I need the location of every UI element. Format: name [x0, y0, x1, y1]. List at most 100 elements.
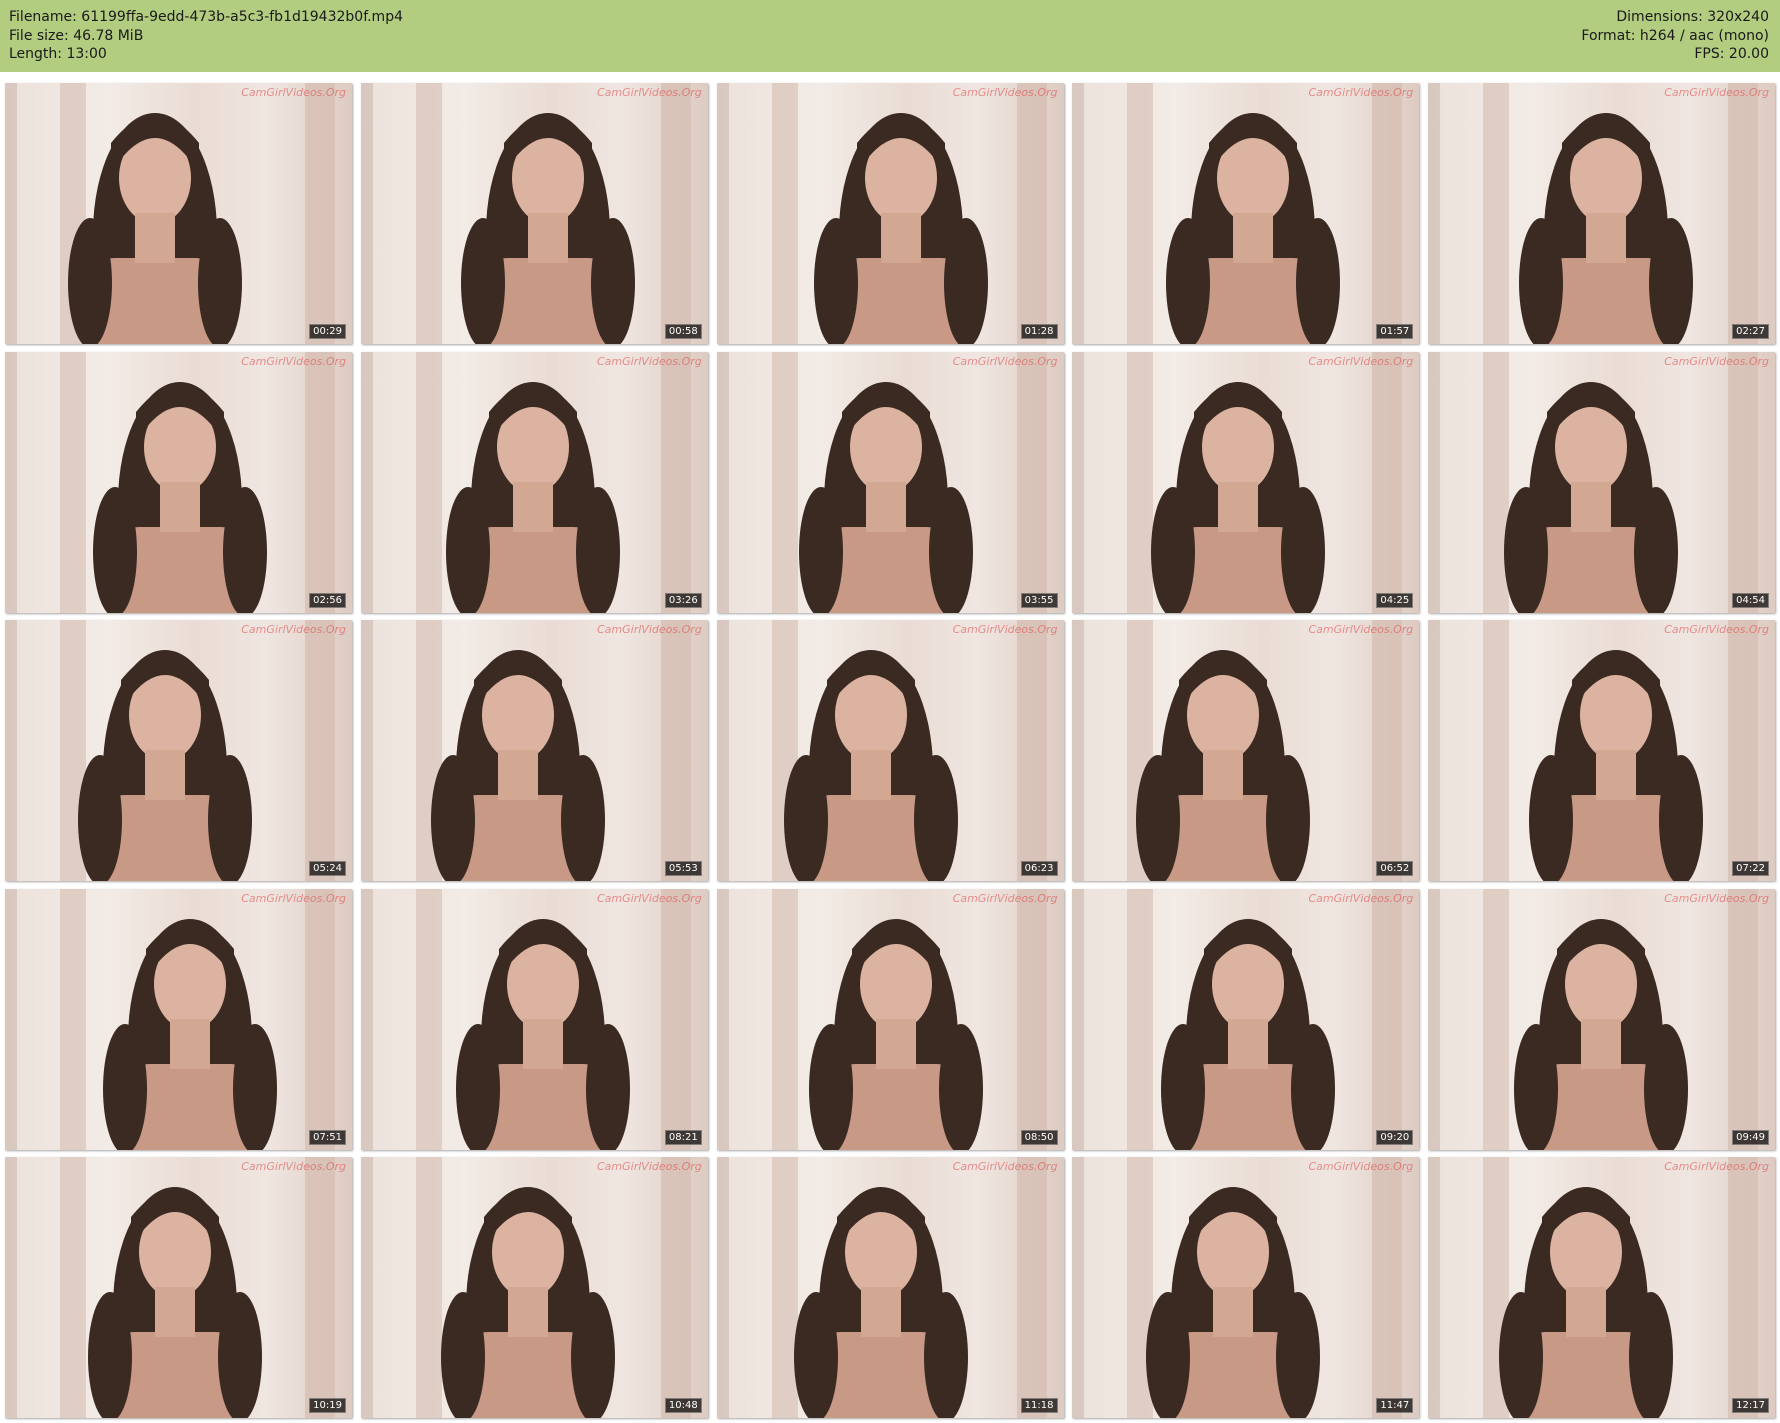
frame-image [1072, 83, 1403, 344]
watermark-logo: CamGirlVideos.Org [1664, 354, 1769, 368]
timestamp-label: 12:17 [1732, 1398, 1769, 1413]
frame-image [716, 620, 1047, 881]
info-header: Filename: 61199ffa-9edd-473b-a5c3-fb1d19… [0, 0, 1780, 72]
timestamp-label: 09:49 [1732, 1129, 1769, 1145]
video-thumbnail: CamGirlVideos.Org 03:26 [360, 351, 708, 613]
video-thumbnail: CamGirlVideos.Org 05:53 [360, 620, 708, 881]
video-thumbnail: CamGirlVideos.Org 02:27 [1428, 83, 1775, 344]
timestamp-label: 11:18 [1020, 1398, 1058, 1413]
video-thumbnail: CamGirlVideos.Org 06:52 [1072, 620, 1420, 881]
frame-image [1072, 888, 1403, 1150]
watermark-logo: CamGirlVideos.Org [952, 1160, 1058, 1173]
watermark-logo: CamGirlVideos.Org [952, 354, 1058, 368]
frame-image [716, 888, 1047, 1150]
frame-image [360, 351, 691, 613]
watermark-logo: CamGirlVideos.Org [1664, 623, 1769, 636]
timestamp-label: 04:25 [1376, 592, 1414, 608]
frame-image [360, 83, 691, 344]
video-thumbnail: CamGirlVideos.Org 12:17 [1428, 1157, 1775, 1418]
timestamp-label: 10:48 [664, 1398, 702, 1413]
video-thumbnail: CamGirlVideos.Org 07:22 [1428, 620, 1775, 881]
watermark-logo: CamGirlVideos.Org [1664, 891, 1769, 905]
frame-image [1072, 351, 1403, 613]
format-label: Format: h264 / aac (mono) [1581, 27, 1769, 44]
timestamp-label: 03:26 [664, 592, 702, 608]
watermark-logo: CamGirlVideos.Org [1308, 86, 1414, 99]
frame-image [5, 888, 335, 1150]
frame-image [1428, 351, 1758, 613]
timestamp-label: 01:57 [1376, 324, 1414, 339]
video-thumbnail: CamGirlVideos.Org 06:23 [716, 620, 1064, 881]
timestamp-label: 11:47 [1376, 1398, 1414, 1413]
watermark-logo: CamGirlVideos.Org [597, 354, 702, 368]
watermark-logo: CamGirlVideos.Org [952, 86, 1058, 99]
video-thumbnail: CamGirlVideos.Org 07:51 [5, 888, 352, 1150]
timestamp-label: 00:58 [664, 324, 702, 339]
video-thumbnail: CamGirlVideos.Org 08:21 [360, 888, 708, 1150]
dimensions-label: Dimensions: 320x240 [1616, 9, 1769, 25]
timestamp-label: 06:23 [1020, 861, 1058, 876]
watermark-logo: CamGirlVideos.Org [952, 891, 1058, 905]
video-thumbnail: CamGirlVideos.Org 02:56 [5, 351, 352, 613]
video-thumbnail: CamGirlVideos.Org 10:48 [360, 1157, 708, 1418]
video-thumbnail: CamGirlVideos.Org 00:29 [5, 83, 352, 344]
watermark-logo: CamGirlVideos.Org [241, 623, 346, 636]
frame-image [1428, 620, 1758, 881]
watermark-logo: CamGirlVideos.Org [1308, 623, 1414, 636]
video-thumbnail: CamGirlVideos.Org 01:28 [716, 83, 1064, 344]
frame-image [1072, 1157, 1403, 1418]
watermark-logo: CamGirlVideos.Org [241, 891, 346, 905]
timestamp-label: 08:21 [664, 1129, 702, 1145]
video-thumbnail: CamGirlVideos.Org 09:49 [1428, 888, 1775, 1150]
frame-image [360, 888, 691, 1150]
frame-image [5, 351, 335, 613]
frame-image [5, 1157, 335, 1418]
watermark-logo: CamGirlVideos.Org [1308, 354, 1414, 368]
watermark-logo: CamGirlVideos.Org [597, 1160, 702, 1173]
frame-image [360, 1157, 691, 1418]
timestamp-label: 08:50 [1020, 1129, 1058, 1145]
frame-image [1428, 83, 1758, 344]
watermark-logo: CamGirlVideos.Org [241, 354, 346, 368]
timestamp-label: 05:24 [309, 861, 346, 876]
filename-label: Filename: 61199ffa-9edd-473b-a5c3-fb1d19… [9, 9, 403, 25]
watermark-logo: CamGirlVideos.Org [1664, 86, 1769, 99]
frame-image [716, 1157, 1047, 1418]
watermark-logo: CamGirlVideos.Org [597, 86, 702, 99]
watermark-logo: CamGirlVideos.Org [241, 1160, 346, 1173]
fps-label: FPS: 20.00 [1694, 46, 1769, 62]
timestamp-label: 04:54 [1732, 592, 1769, 608]
video-thumbnail: CamGirlVideos.Org 00:58 [360, 83, 708, 344]
watermark-logo: CamGirlVideos.Org [1664, 1160, 1769, 1173]
thumbnail-grid: CamGirlVideos.Org 00:29 CamGirlVideos.Org 0… [5, 83, 1775, 1418]
frame-image [5, 83, 335, 344]
file-info-left: Filename: 61199ffa-9edd-473b-a5c3-fb1d19… [9, 8, 403, 64]
timestamp-label: 10:19 [309, 1398, 346, 1413]
length-label: Length: 13:00 [9, 46, 107, 62]
video-thumbnail: CamGirlVideos.Org 10:19 [5, 1157, 352, 1418]
timestamp-label: 07:22 [1732, 861, 1769, 876]
video-thumbnail: CamGirlVideos.Org 04:25 [1072, 351, 1420, 613]
frame-image [360, 620, 691, 881]
timestamp-label: 03:55 [1020, 592, 1058, 608]
timestamp-label: 02:27 [1732, 324, 1769, 339]
frame-image [716, 83, 1047, 344]
file-info-right: Dimensions: 320x240 Format: h264 / aac (… [1581, 8, 1769, 64]
video-thumbnail: CamGirlVideos.Org 04:54 [1428, 351, 1775, 613]
watermark-logo: CamGirlVideos.Org [597, 891, 702, 905]
timestamp-label: 05:53 [664, 861, 702, 876]
watermark-logo: CamGirlVideos.Org [597, 623, 702, 636]
video-thumbnail: CamGirlVideos.Org 11:47 [1072, 1157, 1420, 1418]
timestamp-label: 02:56 [309, 592, 346, 608]
watermark-logo: CamGirlVideos.Org [1308, 891, 1414, 905]
timestamp-label: 07:51 [309, 1129, 346, 1145]
file-size-label: File size: 46.78 MiB [9, 27, 144, 44]
frame-image [1428, 1157, 1758, 1418]
video-thumbnail: CamGirlVideos.Org 09:20 [1072, 888, 1420, 1150]
frame-image [1072, 620, 1403, 881]
timestamp-label: 09:20 [1376, 1129, 1414, 1145]
timestamp-label: 06:52 [1376, 861, 1414, 876]
frame-image [1428, 888, 1758, 1150]
watermark-logo: CamGirlVideos.Org [952, 623, 1058, 636]
video-thumbnail: CamGirlVideos.Org 11:18 [716, 1157, 1064, 1418]
